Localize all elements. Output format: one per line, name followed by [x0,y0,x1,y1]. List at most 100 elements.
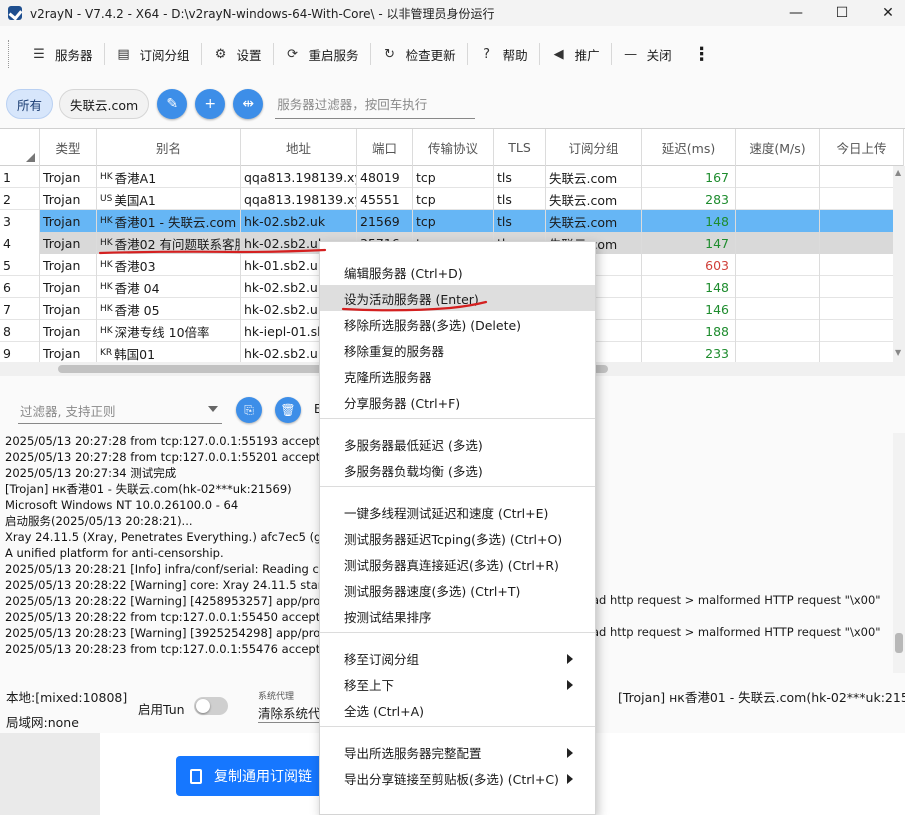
subscription-icon: ▤ [117,46,130,62]
toolbar-button-3[interactable]: ⟳ 重启服务 [274,38,370,70]
menu-item[interactable]: 移至订阅分组 [320,645,595,671]
menu-item[interactable]: 克隆所选服务器 [320,363,595,389]
cell-type: Trojan [40,320,97,342]
local-port-status: 本地:[mixed:10808] [6,690,128,705]
trash-icon[interactable]: 🗑 [275,397,301,423]
group-chip-subscription[interactable]: 失联云.com [59,89,150,119]
menu-item[interactable]: 全选 (Ctrl+A) [320,697,595,723]
toolbar-button-0[interactable]: ☰ 服务器 [20,38,104,70]
add-icon[interactable]: + [195,89,226,119]
country-code: HK [100,260,113,270]
column-header[interactable]: 别名 [97,129,241,166]
cell-port: 48019 [357,166,413,188]
menu-item[interactable]: 设为活动服务器 (Enter) [320,285,595,311]
column-header[interactable]: TLS [494,129,546,166]
toolbar-button-7[interactable]: — 关闭 [612,38,683,70]
submenu-arrow-icon [567,748,573,758]
server-filter-input[interactable]: 服务器过滤器，按回车执行 [275,89,476,119]
menu-item[interactable]: 测试服务器速度(多选) (Ctrl+T) [320,577,595,603]
column-header[interactable]: 延迟(ms) [642,129,736,166]
megaphone-icon: ◀ [553,46,564,62]
table-row[interactable]: 2 Trojan US 美国A1 qqa813.198139.xyz 45551 tcp tl… [0,188,904,210]
chevron-down-icon[interactable] [208,406,218,412]
menu-item[interactable]: 一键多线程测试延迟和速度 (Ctrl+E) [320,499,595,525]
column-header[interactable]: 传输协议 [413,129,494,166]
menu-item-label: 移至订阅分组 [344,651,420,667]
menu-item-label: 一键多线程测试延迟和速度 (Ctrl+E) [344,505,549,521]
maximize-button[interactable]: ☐ [819,0,865,26]
table-row[interactable]: 1 Trojan HK 香港A1 qqa813.198139.xyz 48019 tcp tl… [0,166,904,188]
log-line-fragment: ad http request > malformed HTTP request… [592,625,881,639]
toolbar-button-2[interactable]: ⚙ 设置 [202,38,273,70]
column-header[interactable]: 地址 [241,129,357,166]
column-header[interactable]: 速度(M/s) [736,129,820,166]
toolbar-button-5[interactable]: ? 帮助 [468,38,539,70]
edit-icon[interactable]: ✎ [157,89,188,119]
menu-item[interactable]: 测试服务器真连接延迟(多选) (Ctrl+R) [320,551,595,577]
column-header[interactable]: 类型 [40,129,97,166]
log-filter-input[interactable]: 过滤器, 支持正则 [18,398,222,424]
cell-delay: 147 [642,232,736,254]
cell-network: tcp [413,210,494,232]
cell-upload [820,320,904,342]
window-title: v2rayN - V7.4.2 - X64 - D:\v2rayN-window… [30,6,495,21]
copy-subscription-button[interactable]: 复制通用订阅链 [176,756,336,796]
menu-item[interactable]: 导出所选服务器完整配置 [320,739,595,765]
menu-item[interactable]: 多服务器负载均衡 (多选) [320,457,595,483]
menu-item[interactable]: 分享服务器 (Ctrl+F) [320,389,595,415]
scroll-up-icon[interactable]: ▲ [895,168,901,177]
toolbar: ☰ 服务器 ▤ 订阅分组 ⚙ 设置 ⟳ 重启服务 ↻ 检查更新? 帮助 ◀ 推广 — 关闭 ⋮ [0,36,905,72]
close-window-button[interactable]: ✕ [865,0,905,26]
cell-type: Trojan [40,210,97,232]
select-all-corner-icon[interactable] [26,153,35,162]
titlebar: v2rayN - V7.4.2 - X64 - D:\v2rayN-window… [0,0,905,26]
cell-group: 失联云.com [546,210,642,232]
copy-log-icon[interactable]: ⎘ [236,397,262,423]
table-row[interactable]: 3 Trojan HK 香港01 - 失联云.com hk-02.sb2.uk 21569… [0,210,904,232]
menu-item[interactable]: 移除所选服务器(多选) (Delete) [320,311,595,337]
minimize-button[interactable]: — [773,0,819,26]
menu-item[interactable]: 导出分享链接至剪贴板(多选) (Ctrl+C) [320,765,595,791]
server-icon: ☰ [33,46,45,62]
alias-text: 香港01 - 失联云.com [114,214,237,230]
menu-item[interactable]: 编辑服务器 (Ctrl+D) [320,259,595,285]
toolbar-button-1[interactable]: ▤ 订阅分组 [105,38,201,70]
cell-speed [736,210,820,232]
cell-delay: 148 [642,210,736,232]
country-code: HK [100,238,113,248]
cell-speed [736,166,820,188]
menu-item-label: 设为活动服务器 (Enter) [344,291,479,307]
menu-item[interactable]: 测试服务器延迟Tcping(多选) (Ctrl+O) [320,525,595,551]
log-scrollbar[interactable] [893,433,905,673]
cell-alias: HK 香港A1 [97,166,241,188]
menu-item-label: 移至上下 [344,677,395,693]
column-header[interactable]: 订阅分组 [546,129,642,166]
toolbar-button-4[interactable]: ↻ 检查更新 [371,38,467,70]
cell-upload [820,210,904,232]
menu-item[interactable]: 按测试结果排序 [320,603,595,629]
group-chip-all[interactable]: 所有 [6,89,54,119]
table-vertical-scrollbar[interactable]: ▲ ▼ [893,166,905,362]
cell-index: 7 [0,298,40,320]
menu-item[interactable]: 多服务器最低延迟 (多选) [320,431,595,457]
log-scroll-thumb[interactable] [895,633,903,653]
cell-alias: HK 香港 05 [97,298,241,320]
column-header[interactable]: 端口 [357,129,413,166]
more-options-icon[interactable]: ⋮ [683,44,711,65]
column-header[interactable]: 今日上传 [820,129,904,166]
toolbar-button-6[interactable]: ◀ 推广 [540,38,611,70]
system-proxy-select[interactable]: 清除系统代理 [258,703,322,723]
speed-icon[interactable]: ⇹ [233,89,264,119]
log-line-fragment: ad http request > malformed HTTP request… [592,593,881,607]
submenu-arrow-icon [567,680,573,690]
menu-item-label: 多服务器负载均衡 (多选) [344,463,483,479]
menu-item[interactable]: 移至上下 [320,671,595,697]
cell-alias: KR 韩国01 [97,342,241,364]
toolbar-label: 服务器 [55,47,93,63]
cell-delay: 148 [642,276,736,298]
menu-item[interactable]: 移除重复的服务器 [320,337,595,363]
table-header: 类型 别名 地址 端口 传输协议 TLS 订阅分组 延迟(ms) 速度(M/s) 今日上传 [0,129,904,166]
tun-toggle[interactable] [194,697,228,715]
scroll-down-icon[interactable]: ▼ [895,348,901,357]
toolbar-grip [8,40,14,68]
